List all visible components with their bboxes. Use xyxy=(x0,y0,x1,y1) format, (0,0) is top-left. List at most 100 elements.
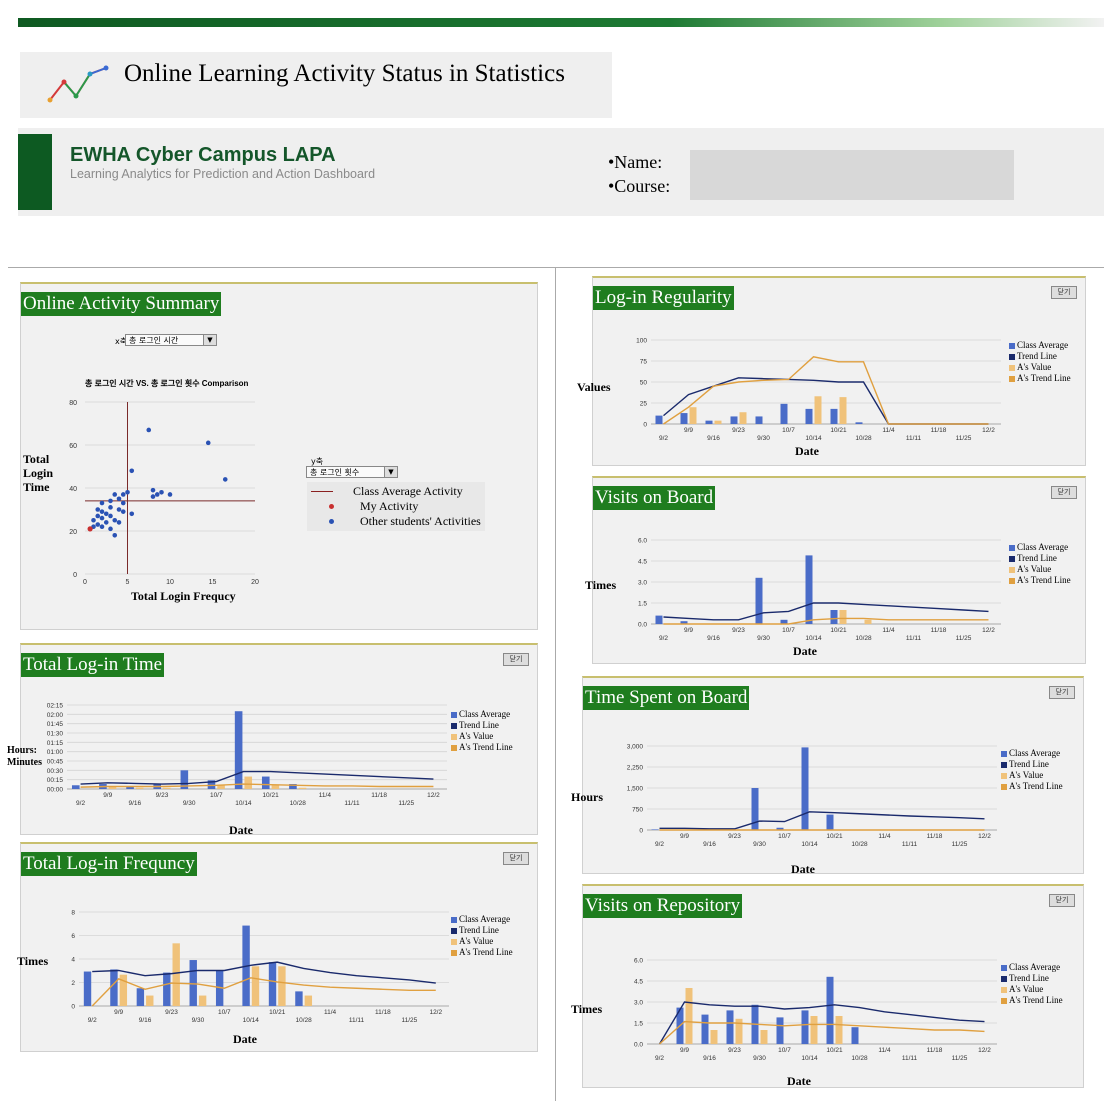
y-tick-label: 02:00 xyxy=(47,712,64,719)
course-label: •Course: xyxy=(608,176,671,196)
legend-swatch xyxy=(1001,761,1007,768)
x-tick-label: 10/7 xyxy=(218,1009,231,1016)
x-tick-label: 10/7 xyxy=(782,427,795,434)
chart-legend: Class Average Trend Line A's Value A's Tren… xyxy=(451,914,513,958)
x-tick-label: 10/28 xyxy=(290,800,307,807)
a-value-bar xyxy=(108,787,117,789)
y-tick-label: 4 xyxy=(71,957,75,964)
detail-button[interactable]: 닫기 xyxy=(1051,286,1077,299)
detail-button[interactable]: 닫기 xyxy=(1049,686,1075,699)
x-tick-label: 9/9 xyxy=(684,627,693,634)
legend-item: Class Average xyxy=(1001,748,1063,759)
x-tick-label: 9/2 xyxy=(659,635,668,642)
brand-name: EWHA Cyber Campus LAPA xyxy=(70,144,336,166)
legend-swatch xyxy=(1009,555,1015,562)
other-student-point xyxy=(103,520,109,525)
legend-label: A's Trend Line xyxy=(1009,781,1063,791)
class-average-bar xyxy=(163,972,171,1006)
detail-button[interactable]: 닫기 xyxy=(1051,486,1077,499)
visits-on-repository-chart: 0.0 1.5 3.0 4.5 6.0 9/2 9/9 9/16 9/23 9/30 10/7 10/… xyxy=(613,954,1003,1079)
y-tick-label: 20 xyxy=(69,529,77,536)
class-average-bar xyxy=(189,960,197,1006)
class-average-bar xyxy=(136,988,145,1006)
x-tick-label: 9/30 xyxy=(753,1055,766,1062)
y-tick-label: 6 xyxy=(71,933,75,940)
legend-swatch xyxy=(451,916,457,923)
a-value-bar xyxy=(839,397,847,424)
class-average-bar xyxy=(655,615,663,624)
legend-label: Trend Line xyxy=(459,720,499,730)
x-tick-label: 9/30 xyxy=(192,1017,205,1024)
x-tick-label: 11/18 xyxy=(927,1047,943,1054)
campus-header: EWHA Cyber Campus LAPA Learning Analytic… xyxy=(18,128,1104,216)
x-axis-label: Date xyxy=(791,862,815,876)
x-axis-label: Date xyxy=(795,444,819,458)
legend-label: A's Trend Line xyxy=(1017,373,1071,383)
trend-logo-icon xyxy=(47,65,109,103)
detail-button[interactable]: 닫기 xyxy=(503,653,529,666)
legend-swatch xyxy=(1001,964,1007,971)
legend-item: A's Trend Line xyxy=(1009,373,1071,384)
other-student-point xyxy=(108,526,113,532)
legend-label: A's Trend Line xyxy=(459,947,513,957)
x-axis-select[interactable]: 총 로그인 시간 ▼ xyxy=(125,334,217,346)
a-value-bar xyxy=(244,776,253,789)
x-tick-label: 12/2 xyxy=(427,792,440,799)
y-tick-label: 100 xyxy=(636,338,647,345)
x-tick-label: 10/28 xyxy=(851,1055,868,1062)
panel-title: Visits on Repository xyxy=(583,894,743,918)
x-tick-label: 9/23 xyxy=(165,1009,178,1016)
detail-button[interactable]: 닫기 xyxy=(1049,894,1075,907)
x-tick-label: 11/4 xyxy=(882,427,895,434)
other-student-point xyxy=(95,513,101,519)
y-tick-label: 3.0 xyxy=(638,580,647,587)
legend-label: Trend Line xyxy=(1009,973,1049,983)
panel-title: Visits on Board xyxy=(593,486,716,510)
x-tick-label: 10/21 xyxy=(826,1047,843,1054)
x-tick-label: 11/4 xyxy=(319,792,332,799)
x-tick-label: 9/9 xyxy=(684,427,693,434)
y-tick-label: 80 xyxy=(69,400,77,407)
class-average-bar xyxy=(701,1014,709,1044)
x-tick-label: 9/23 xyxy=(732,427,745,434)
class-average-bar xyxy=(755,577,763,624)
detail-button[interactable]: 닫기 xyxy=(503,852,529,865)
x-axis-label: Total Login Frequcy xyxy=(131,589,236,603)
x-tick-label: 9/16 xyxy=(139,1017,152,1024)
y-tick-label: 00:00 xyxy=(47,787,64,794)
other-student-point xyxy=(95,507,101,512)
x-tick-label: 9/23 xyxy=(732,627,745,634)
legend-blue-dot xyxy=(329,519,334,524)
other-student-point xyxy=(95,522,101,527)
a-value-bar xyxy=(172,943,180,1006)
class-average-bar xyxy=(83,971,92,1006)
y-tick-label: 60 xyxy=(69,443,77,450)
legend-label: Trend Line xyxy=(1017,553,1057,563)
x-tick-label: 9/16 xyxy=(129,800,142,807)
legend-item: Trend Line xyxy=(1001,759,1063,770)
y-axis-select[interactable]: 총 로그인 횟수 ▼ xyxy=(306,466,398,478)
panel-title: Log-in Regularity xyxy=(593,286,734,310)
legend-label: Class Average xyxy=(1009,748,1061,758)
x-tick-label: 9/9 xyxy=(114,1009,123,1016)
a-value-bar xyxy=(839,610,847,624)
other-student-point xyxy=(99,515,105,521)
y-tick-label: 4.5 xyxy=(638,559,647,566)
y-tick-label: 00:15 xyxy=(47,777,64,784)
legend-item: Trend Line xyxy=(1009,553,1071,564)
chart-legend: Class Average Trend Line A's Value A's Tren… xyxy=(1009,340,1071,384)
legend-swatch xyxy=(451,722,457,729)
chart-legend: Class Average Trend Line A's Value A's Tren… xyxy=(1001,748,1063,792)
panel-title: Online Activity Summary xyxy=(21,292,222,316)
legend-label: Trend Line xyxy=(1009,759,1049,769)
y-axis-label: Hours xyxy=(571,790,604,804)
x-tick-label: 10/21 xyxy=(830,627,847,634)
other-student-point xyxy=(159,490,164,495)
legend-label: A's Value xyxy=(459,936,494,946)
a-trend-line xyxy=(663,356,989,425)
legend-label: A's Value xyxy=(1009,984,1044,994)
x-tick-label: 10 xyxy=(166,579,174,586)
x-tick-label: 9/9 xyxy=(680,833,689,840)
legend-item: Trend Line xyxy=(451,925,513,936)
visits-on-board-panel: Visits on Board 닫기 0.0 1.5 3.0 4.5 6.0 9/2 9/9… xyxy=(585,476,1086,664)
